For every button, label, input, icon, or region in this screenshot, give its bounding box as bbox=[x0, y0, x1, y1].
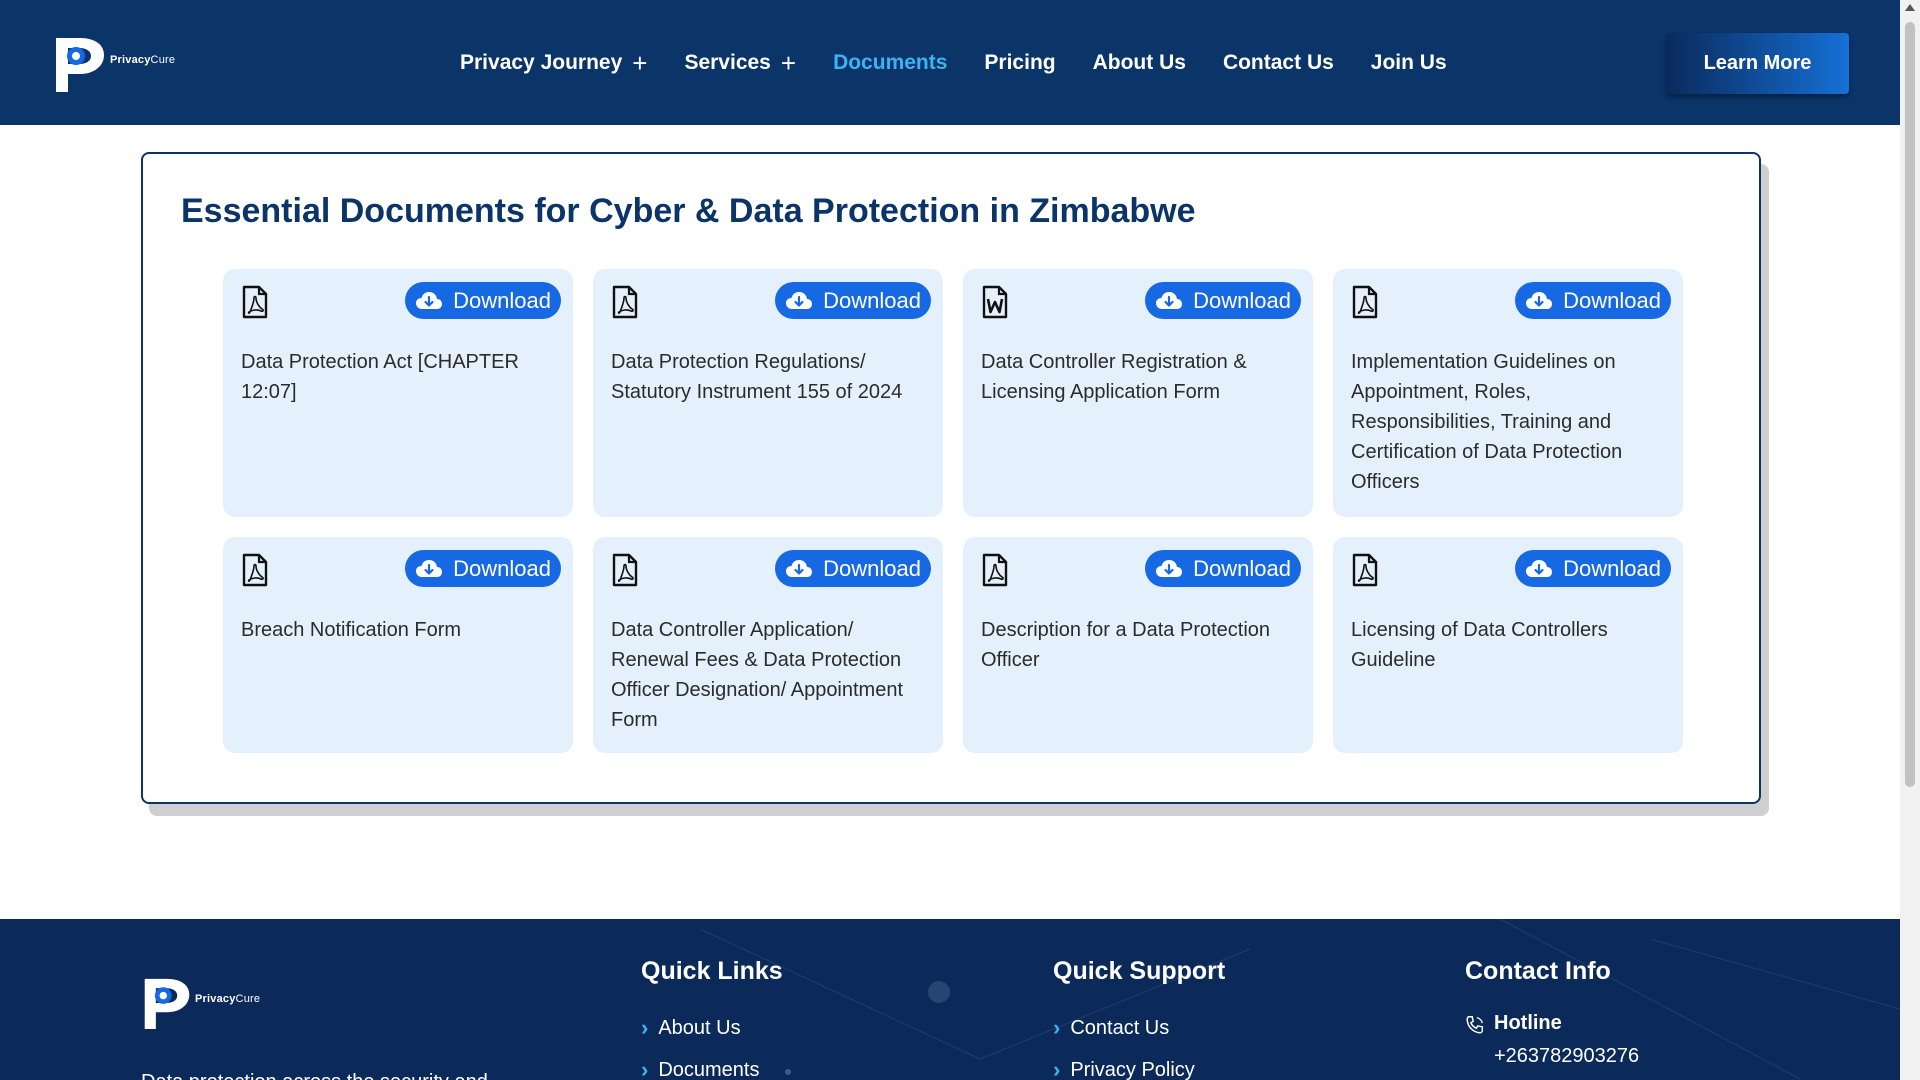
chevron-right-icon: › bbox=[1053, 1015, 1061, 1040]
footer-logo-text: PrivacyCure bbox=[195, 993, 261, 1005]
footer-logo[interactable]: PrivacyCure bbox=[141, 973, 260, 1033]
download-button[interactable]: Download bbox=[1145, 282, 1301, 319]
document-title: Data Controller Application/ Renewal Fee… bbox=[611, 619, 904, 731]
site-header: PrivacyCure Privacy Journey + Services + D… bbox=[0, 0, 1900, 125]
word-file-icon bbox=[981, 285, 1009, 319]
chevron-right-icon: › bbox=[641, 1057, 649, 1080]
download-button[interactable]: Download bbox=[1145, 550, 1301, 587]
quick-links-title: Quick Links bbox=[641, 957, 783, 985]
contact-info-title: Contact Info bbox=[1465, 957, 1611, 985]
document-card: Download Data Protection Act [CHAPTER 12:… bbox=[223, 269, 573, 517]
download-button[interactable]: Download bbox=[775, 550, 931, 587]
learn-more-button[interactable]: Learn More bbox=[1666, 33, 1849, 94]
chevron-right-icon: › bbox=[1053, 1057, 1061, 1080]
nav-services[interactable]: Services + bbox=[684, 50, 796, 76]
download-button[interactable]: Download bbox=[1515, 282, 1671, 319]
download-button[interactable]: Download bbox=[405, 550, 561, 587]
nav-about-us[interactable]: About Us bbox=[1093, 50, 1186, 76]
cloud-download-icon bbox=[415, 290, 448, 312]
pdf-file-icon bbox=[241, 285, 269, 319]
document-title: Description for a Data Protection Office… bbox=[981, 619, 1271, 671]
pdf-file-icon bbox=[241, 553, 269, 587]
cloud-download-icon bbox=[1155, 558, 1188, 580]
nav-privacy-journey[interactable]: Privacy Journey + bbox=[460, 50, 647, 76]
chevron-right-icon: › bbox=[641, 1015, 649, 1040]
pdf-file-icon bbox=[981, 553, 1009, 587]
document-title: Data Controller Registration & Licensing… bbox=[981, 351, 1247, 403]
page-scrollbar[interactable] bbox=[1900, 0, 1920, 1080]
document-card: Download Implementation Guidelines on App… bbox=[1333, 269, 1683, 517]
document-title: Licensing of Data Controllers Guideline bbox=[1351, 619, 1608, 671]
document-card: Download Breach Notification Form bbox=[223, 537, 573, 753]
site-logo[interactable]: PrivacyCure bbox=[52, 34, 175, 94]
scroll-thumb[interactable] bbox=[1905, 22, 1915, 787]
document-title: Data Protection Act [CHAPTER 12:07] bbox=[241, 351, 519, 403]
cloud-download-icon bbox=[1155, 290, 1188, 312]
document-title: Data Protection Regulations/ Statutory I… bbox=[611, 351, 903, 403]
download-button[interactable]: Download bbox=[1515, 550, 1671, 587]
page-title: Essential Documents for Cyber & Data Pro… bbox=[181, 192, 1196, 230]
plus-icon: + bbox=[780, 48, 797, 78]
document-card: Download Data Controller Application/ Ren… bbox=[593, 537, 943, 753]
quick-support-title: Quick Support bbox=[1053, 957, 1226, 985]
cloud-download-icon bbox=[415, 558, 448, 580]
pdf-file-icon bbox=[611, 285, 639, 319]
nav-contact-us[interactable]: Contact Us bbox=[1223, 50, 1334, 76]
documents-panel: Essential Documents for Cyber & Data Pro… bbox=[141, 152, 1761, 804]
main-nav: Privacy Journey + Services + Documents Pri… bbox=[460, 50, 1484, 76]
document-card: Download Description for a Data Protectio… bbox=[963, 537, 1313, 753]
footer-link-about-us[interactable]: › About Us bbox=[641, 1015, 741, 1041]
document-title: Breach Notification Form bbox=[241, 619, 462, 641]
document-card: Download Data Controller Registration & L… bbox=[963, 269, 1313, 517]
nav-join-us[interactable]: Join Us bbox=[1371, 50, 1447, 76]
download-button[interactable]: Download bbox=[405, 282, 561, 319]
document-card: Download Licensing of Data Controllers Gu… bbox=[1333, 537, 1683, 753]
document-title: Implementation Guidelines on Appointment… bbox=[1351, 351, 1623, 493]
logo-text: PrivacyCure bbox=[110, 54, 176, 66]
cloud-download-icon bbox=[785, 558, 818, 580]
hotline-number[interactable]: +263782903276 bbox=[1494, 1045, 1639, 1068]
phone-icon bbox=[1466, 1016, 1484, 1034]
plus-icon: + bbox=[632, 48, 648, 78]
document-card: Download Data Protection Regulations/ Sta… bbox=[593, 269, 943, 517]
nav-pricing[interactable]: Pricing bbox=[984, 50, 1055, 76]
footer-link-privacy-policy[interactable]: › Privacy Policy bbox=[1053, 1057, 1195, 1080]
cloud-download-icon bbox=[1525, 290, 1558, 312]
nav-documents[interactable]: Documents bbox=[833, 50, 947, 76]
hotline-label: Hotline bbox=[1494, 1012, 1562, 1034]
download-button[interactable]: Download bbox=[775, 282, 931, 319]
site-footer: PrivacyCure Data protection across the s… bbox=[0, 919, 1900, 1080]
footer-link-contact-us[interactable]: › Contact Us bbox=[1053, 1015, 1169, 1041]
cloud-download-icon bbox=[1525, 558, 1558, 580]
footer-description: Data protection across the security and bbox=[141, 1071, 488, 1080]
logo-mark-icon bbox=[56, 38, 104, 92]
pdf-file-icon bbox=[1351, 285, 1379, 319]
footer-link-documents[interactable]: › Documents bbox=[641, 1057, 759, 1080]
pdf-file-icon bbox=[1351, 553, 1379, 587]
pdf-file-icon bbox=[611, 553, 639, 587]
footer-decor-dot bbox=[928, 981, 950, 1003]
cloud-download-icon bbox=[785, 290, 818, 312]
logo-mark-icon bbox=[144, 978, 190, 1029]
scroll-up-arrow-icon[interactable] bbox=[1905, 4, 1915, 11]
